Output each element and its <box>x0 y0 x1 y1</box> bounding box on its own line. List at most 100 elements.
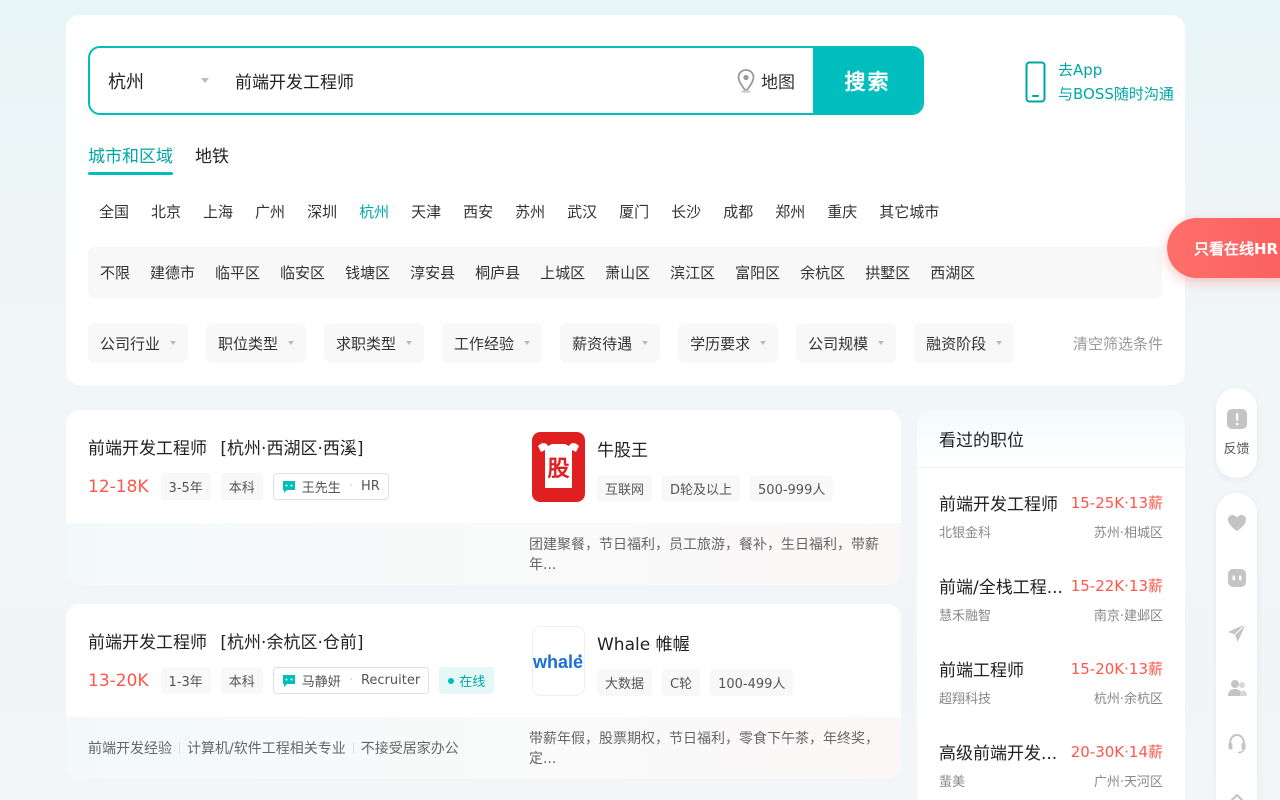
district-item[interactable]: 滨江区 <box>658 262 726 283</box>
chat-bubble-icon[interactable] <box>1226 567 1248 589</box>
city-item[interactable]: 成都 <box>712 202 764 222</box>
city-item[interactable]: 郑州 <box>764 202 816 222</box>
company-name[interactable]: 牛股王 <box>597 436 648 461</box>
job-title[interactable]: 前端开发工程师 [杭州·西湖区·西溪] <box>88 434 363 459</box>
dropdown-label: 公司规模 <box>808 334 869 353</box>
divider <box>352 742 354 754</box>
tab-city-district[interactable]: 城市和区域 <box>88 142 173 175</box>
city-item[interactable]: 天津 <box>400 202 452 222</box>
viewed-job-item[interactable]: 前端/全栈工程... 15-22K·13薪 慧禾融智 南京·建邺区 <box>917 551 1185 634</box>
city-item[interactable]: 深圳 <box>296 202 348 222</box>
district-item[interactable]: 临平区 <box>203 262 271 283</box>
contacts-icon[interactable] <box>1226 677 1248 699</box>
company-logo[interactable]: 股 <box>532 432 585 502</box>
city-item-active[interactable]: 杭州 <box>348 202 400 222</box>
hr-contact[interactable]: 王先生 · HR <box>272 473 389 500</box>
chevron-down-icon <box>760 341 767 345</box>
app-promo-line1: 去App <box>1058 61 1103 79</box>
filter-salary-dropdown[interactable]: 薪资待遇 <box>560 323 661 363</box>
experience-tag: 1-3年 <box>160 667 211 694</box>
skill-tag: 计算机/软件工程相关专业 <box>187 741 346 757</box>
job-location: [杭州·余杭区·仓前] <box>220 633 364 653</box>
headset-icon[interactable] <box>1226 732 1248 754</box>
district-item[interactable]: 上城区 <box>528 262 596 283</box>
filter-job-type-dropdown[interactable]: 求职类型 <box>324 323 425 363</box>
district-item[interactable]: 淳安县 <box>398 262 466 283</box>
viewed-job-company: 北银金科 <box>939 526 992 541</box>
city-item[interactable]: 上海 <box>192 202 244 222</box>
district-item[interactable]: 建德市 <box>138 262 206 283</box>
dropdown-label: 融资阶段 <box>926 334 987 353</box>
district-item[interactable]: 富阳区 <box>723 262 791 283</box>
job-card[interactable]: 前端开发工程师 [杭州·余杭区·仓前] 13-20K 1-3年 本科 马静妍 ·… <box>66 604 901 779</box>
map-link[interactable]: 地图 <box>727 48 813 113</box>
filter-panel: 杭州 地图 搜索 去App 与BOSS随时沟通 城市和区域 地铁 全国 北京 <box>66 15 1185 385</box>
viewed-job-location: 南京·建邺区 <box>1093 609 1163 624</box>
logo-text: whale <box>532 652 583 672</box>
district-item[interactable]: 钱塘区 <box>333 262 401 283</box>
viewed-job-title: 前端工程师 <box>939 661 1024 681</box>
heart-icon[interactable] <box>1226 512 1248 534</box>
city-item[interactable]: 厦门 <box>608 202 660 222</box>
skill-tags: 前端开发经验 计算机/软件工程相关专业 不接受居家办公 <box>88 738 459 758</box>
online-hr-only-button[interactable]: 只看在线HR <box>1167 218 1280 278</box>
viewed-job-salary: 20-30K·14薪 <box>1070 743 1163 761</box>
city-item[interactable]: 武汉 <box>556 202 608 222</box>
filter-industry-dropdown[interactable]: 公司行业 <box>88 323 189 363</box>
job-title[interactable]: 前端开发工程师 [杭州·余杭区·仓前] <box>88 628 363 653</box>
city-item[interactable]: 北京 <box>140 202 192 222</box>
send-icon[interactable] <box>1226 622 1248 644</box>
clear-filters-link[interactable]: 清空筛选条件 <box>1073 333 1163 354</box>
filter-dropdowns: 公司行业 职位类型 求职类型 工作经验 薪资待遇 学历要求 公司规模 融资阶段 <box>88 323 1015 363</box>
education-tag: 本科 <box>220 667 263 694</box>
company-name[interactable]: Whale 帷幄 <box>597 630 690 655</box>
job-card-top: 前端开发工程师 [杭州·余杭区·仓前] 13-20K 1-3年 本科 马静妍 ·… <box>66 604 901 717</box>
filter-position-type-dropdown[interactable]: 职位类型 <box>206 323 307 363</box>
app-promo-line2: 与BOSS随时沟通 <box>1058 85 1174 103</box>
chevron-down-icon <box>524 341 531 345</box>
hr-separator: · <box>348 673 353 688</box>
city-item[interactable]: 其它城市 <box>868 202 950 222</box>
chat-icon <box>282 674 295 687</box>
city-item[interactable]: 苏州 <box>504 202 556 222</box>
hr-name: 王先生 <box>301 481 341 496</box>
tab-subway[interactable]: 地铁 <box>195 142 229 175</box>
company-logo[interactable]: whale <box>532 626 585 696</box>
viewed-job-item[interactable]: 前端工程师 15-20K·13薪 超翔科技 杭州·余杭区 <box>917 634 1185 717</box>
district-item[interactable]: 西湖区 <box>918 262 986 283</box>
filter-company-size-dropdown[interactable]: 公司规模 <box>796 323 897 363</box>
hr-contact[interactable]: 马静妍 · Recruiter <box>272 667 430 694</box>
filter-experience-dropdown[interactable]: 工作经验 <box>442 323 543 363</box>
viewed-job-item[interactable]: 前端开发工程师 15-25K·13薪 北银金科 苏州·相城区 <box>917 468 1185 551</box>
chevron-up-icon[interactable] <box>1226 787 1248 800</box>
city-item[interactable]: 西安 <box>452 202 504 222</box>
education-tag: 本科 <box>220 473 263 500</box>
city-item[interactable]: 广州 <box>244 202 296 222</box>
filter-funding-dropdown[interactable]: 融资阶段 <box>914 323 1015 363</box>
chevron-down-icon <box>996 341 1003 345</box>
hr-role: HR <box>360 479 380 494</box>
district-item[interactable]: 余杭区 <box>788 262 856 283</box>
dropdown-label: 公司行业 <box>100 334 161 353</box>
feedback-button[interactable]: 反馈 <box>1216 388 1257 478</box>
district-item[interactable]: 临安区 <box>268 262 336 283</box>
viewed-job-item[interactable]: 高级前端开发... 20-30K·14薪 蜚美 广州·天河区 <box>917 717 1185 800</box>
job-card[interactable]: 前端开发工程师 [杭州·西湖区·西溪] 12-18K 3-5年 本科 王先生 ·… <box>66 410 901 585</box>
filter-education-dropdown[interactable]: 学历要求 <box>678 323 779 363</box>
district-item[interactable]: 萧山区 <box>593 262 661 283</box>
district-item[interactable]: 不限 <box>88 262 141 283</box>
district-item[interactable]: 桐庐县 <box>463 262 531 283</box>
city-item[interactable]: 重庆 <box>816 202 868 222</box>
city-select[interactable]: 杭州 <box>90 48 215 113</box>
search-input[interactable] <box>215 48 727 113</box>
search-button[interactable]: 搜索 <box>813 48 922 113</box>
city-select-label: 杭州 <box>108 71 144 93</box>
viewed-job-salary: 15-20K·13薪 <box>1070 660 1163 678</box>
district-item[interactable]: 拱墅区 <box>853 262 921 283</box>
hr-role: Recruiter <box>360 673 421 688</box>
dropdown-label: 求职类型 <box>336 334 397 353</box>
city-item[interactable]: 全国 <box>88 202 140 222</box>
city-item[interactable]: 长沙 <box>660 202 712 222</box>
app-promo[interactable]: 去App 与BOSS随时沟通 <box>1025 58 1174 106</box>
viewed-job-title: 前端开发工程师 <box>939 495 1058 515</box>
